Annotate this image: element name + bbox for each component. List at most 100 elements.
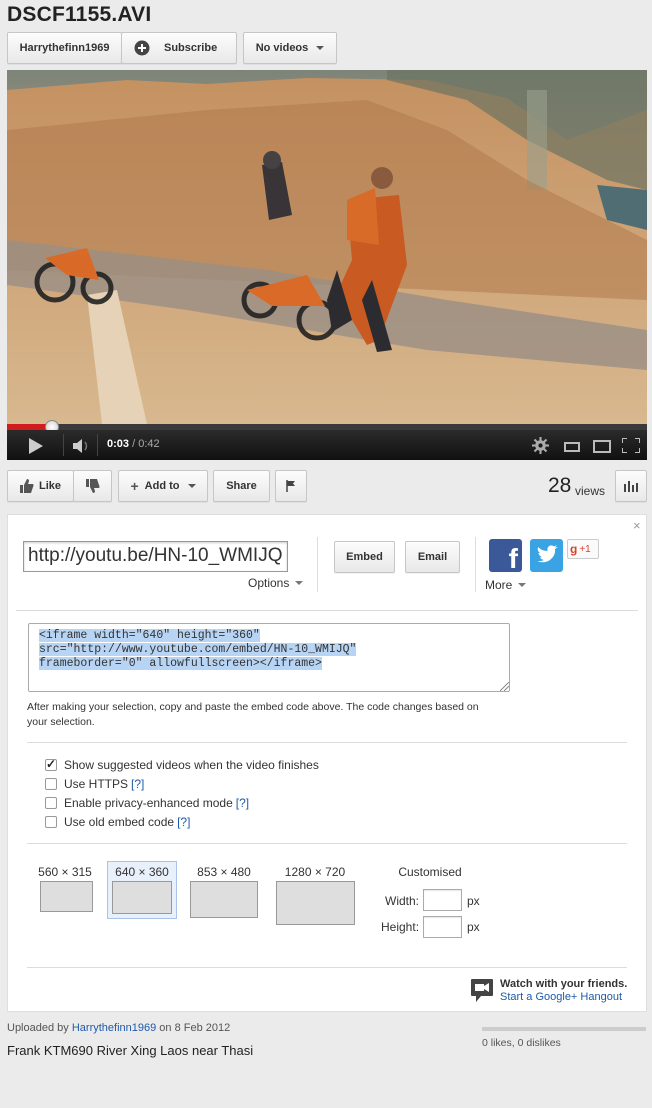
close-icon[interactable]: × bbox=[633, 518, 641, 533]
size-label: 1280 × 720 bbox=[284, 865, 346, 879]
divider bbox=[63, 434, 64, 456]
option-label: Use old embed code bbox=[64, 815, 175, 829]
flag-icon bbox=[286, 480, 295, 492]
volume-icon[interactable] bbox=[73, 439, 91, 453]
chevron-down-icon bbox=[295, 581, 304, 585]
google-plus-button[interactable]: g +1 bbox=[567, 539, 599, 559]
upload-info: Uploaded by Harrythefinn1969 on 8 Feb 20… bbox=[7, 1022, 230, 1034]
px-label: px bbox=[467, 920, 480, 934]
email-button[interactable]: Email bbox=[405, 541, 460, 573]
size-label: 640 × 360 bbox=[115, 865, 169, 879]
facebook-icon[interactable]: f bbox=[489, 539, 522, 572]
divider bbox=[27, 843, 627, 844]
divider bbox=[27, 742, 627, 743]
chevron-down-icon bbox=[187, 484, 196, 488]
player-controls: 0:03 / 0:42 bbox=[7, 430, 647, 460]
size-option-1280[interactable] bbox=[276, 881, 355, 925]
time-display: 0:03 / 0:42 bbox=[107, 438, 160, 450]
flag-button[interactable] bbox=[275, 470, 307, 502]
channel-name-button[interactable]: Harrythefinn1969 bbox=[7, 32, 122, 64]
hangout-link[interactable]: Start a Google+ Hangout bbox=[500, 991, 622, 1003]
option-label: Enable privacy-enhanced mode bbox=[64, 796, 233, 810]
embed-code-line: <iframe width="640" height="360" bbox=[39, 629, 260, 642]
gear-icon[interactable] bbox=[532, 437, 549, 454]
add-to-button[interactable]: + Add to bbox=[118, 470, 208, 502]
bar-chart-icon bbox=[624, 481, 638, 492]
fullscreen-icon[interactable] bbox=[622, 438, 640, 453]
video-description: Frank KTM690 River Xing Laos near Thasi bbox=[7, 1043, 254, 1058]
chevron-down-icon bbox=[518, 583, 527, 587]
help-link[interactable]: [?] bbox=[177, 815, 190, 829]
upload-on: on bbox=[159, 1022, 172, 1034]
subscribe-button[interactable]: Subscribe bbox=[121, 32, 237, 64]
current-time: 0:03 bbox=[107, 438, 130, 450]
checkbox[interactable] bbox=[45, 797, 57, 809]
duration: 0:42 bbox=[138, 438, 160, 450]
option-privacy-mode[interactable]: Enable privacy-enhanced mode [?] bbox=[45, 796, 249, 810]
plus-icon: + bbox=[130, 478, 139, 494]
more-dropdown[interactable]: More bbox=[485, 578, 527, 592]
uploader-link[interactable]: Harrythefinn1969 bbox=[72, 1022, 156, 1034]
size-label: 560 × 315 bbox=[38, 865, 92, 879]
views-label: views bbox=[575, 484, 606, 498]
videos-dropdown[interactable]: No videos bbox=[243, 32, 337, 64]
like-ratio-bar bbox=[482, 1027, 646, 1031]
divider bbox=[16, 610, 638, 611]
thumbs-up-icon bbox=[19, 479, 34, 493]
option-old-embed[interactable]: Use old embed code [?] bbox=[45, 815, 190, 829]
option-label: Show suggested videos when the video fin… bbox=[64, 758, 319, 772]
embed-code-line: frameborder="0" allowfullscreen></iframe… bbox=[39, 657, 322, 670]
share-label: Share bbox=[226, 480, 257, 492]
like-button[interactable]: Like bbox=[7, 470, 74, 502]
small-player-icon[interactable] bbox=[564, 442, 580, 452]
thumbs-down-icon bbox=[85, 479, 99, 493]
px-label: px bbox=[467, 894, 480, 908]
resize-handle-icon[interactable] bbox=[500, 682, 509, 691]
hangout-camera-icon bbox=[471, 979, 493, 1002]
dislike-button[interactable] bbox=[73, 470, 112, 502]
share-url-input[interactable]: http://youtu.be/HN-10_WMIJQ bbox=[23, 541, 288, 572]
gplus-label: +1 bbox=[579, 543, 591, 555]
checkbox[interactable] bbox=[45, 778, 57, 790]
likes-dislikes-text: 0 likes, 0 dislikes bbox=[482, 1037, 561, 1049]
options-dropdown[interactable]: Options bbox=[248, 576, 304, 590]
width-label: Width: bbox=[385, 894, 420, 908]
size-option-640[interactable] bbox=[112, 881, 172, 914]
hangout-title: Watch with your friends. bbox=[500, 978, 628, 990]
email-label: Email bbox=[417, 551, 448, 563]
stats-button[interactable] bbox=[615, 470, 647, 502]
help-link[interactable]: [?] bbox=[236, 796, 249, 810]
checkbox[interactable] bbox=[45, 757, 57, 771]
divider bbox=[475, 537, 476, 592]
view-count: 28 bbox=[548, 474, 572, 497]
options-label: Options bbox=[248, 576, 290, 590]
like-label: Like bbox=[38, 480, 61, 492]
option-use-https[interactable]: Use HTTPS [?] bbox=[45, 777, 144, 791]
more-label: More bbox=[485, 578, 513, 592]
play-icon[interactable] bbox=[29, 438, 43, 454]
large-player-icon[interactable] bbox=[593, 440, 611, 453]
size-option-853[interactable] bbox=[190, 881, 258, 918]
height-input[interactable] bbox=[423, 916, 462, 938]
divider bbox=[27, 967, 627, 968]
option-label: Use HTTPS bbox=[64, 777, 129, 791]
height-label: Height: bbox=[381, 920, 420, 934]
help-link[interactable]: [?] bbox=[131, 777, 144, 791]
time-separator: / bbox=[132, 438, 136, 450]
divider bbox=[97, 434, 98, 456]
video-player[interactable]: 0:03 / 0:42 bbox=[7, 70, 647, 460]
twitter-icon[interactable] bbox=[530, 539, 563, 572]
divider bbox=[317, 537, 318, 592]
share-button[interactable]: Share bbox=[213, 470, 270, 502]
checkbox[interactable] bbox=[45, 816, 57, 828]
video-frame[interactable] bbox=[7, 70, 647, 424]
size-option-560[interactable] bbox=[40, 881, 93, 912]
embed-button[interactable]: Embed bbox=[334, 541, 395, 573]
share-panel: × http://youtu.be/HN-10_WMIJQ Options Em… bbox=[7, 514, 647, 1012]
plus-circle-icon bbox=[134, 40, 150, 56]
width-input[interactable] bbox=[423, 889, 462, 911]
video-title: DSCF1155.AVI bbox=[7, 3, 152, 26]
option-show-suggested[interactable]: Show suggested videos when the video fin… bbox=[45, 757, 319, 772]
embed-code-textarea[interactable]: <iframe width="640" height="360" src="ht… bbox=[28, 623, 510, 692]
add-to-label: Add to bbox=[144, 480, 180, 492]
